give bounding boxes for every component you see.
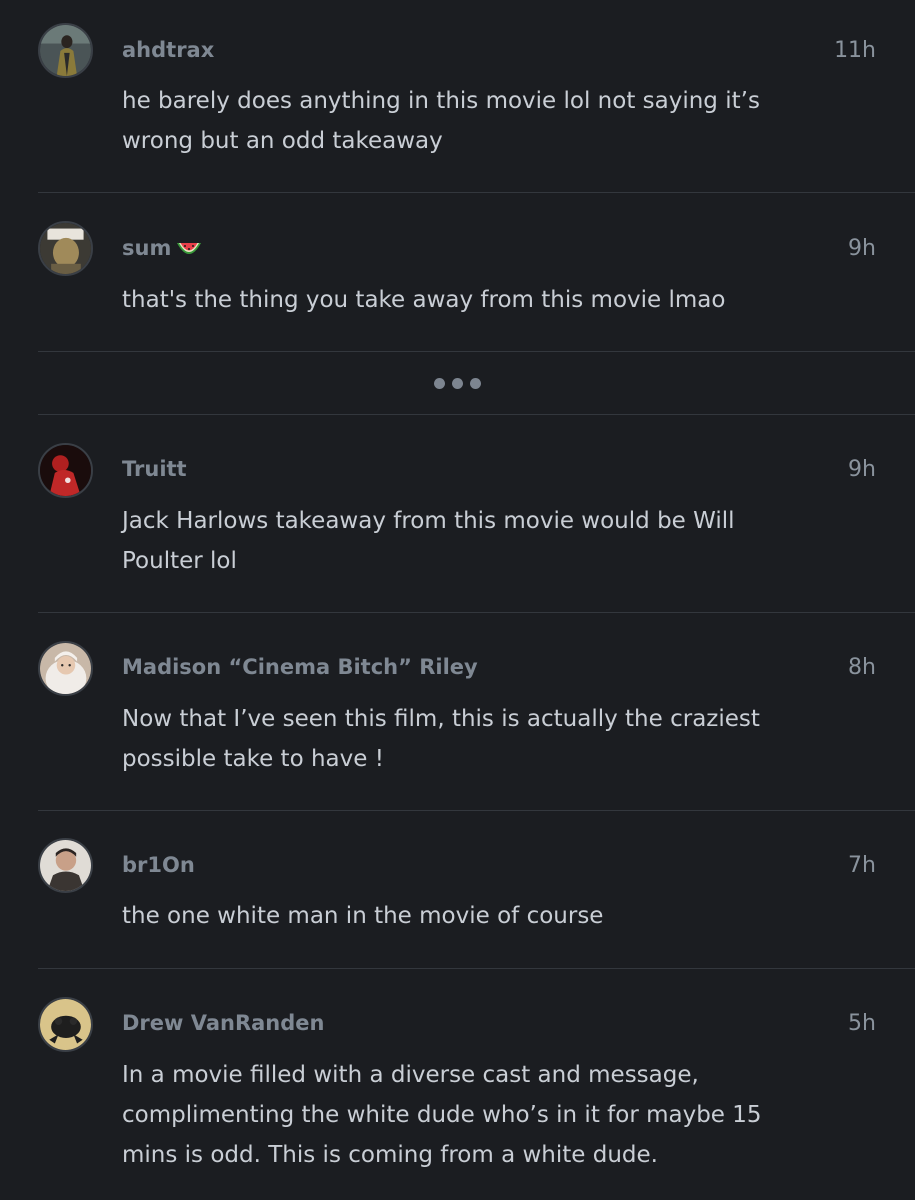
comment-text: Jack Harlows takeaway from this movie wo… — [122, 508, 735, 574]
timestamp: 7h — [848, 853, 876, 878]
avatar[interactable] — [38, 997, 93, 1052]
avatar-person-in-coat-icon — [40, 25, 91, 76]
timestamp: 9h — [848, 236, 876, 261]
divider — [38, 810, 915, 811]
watermelon-icon — [177, 243, 202, 254]
avatar-dark-creature-icon — [40, 999, 91, 1050]
divider — [38, 192, 915, 193]
comment-text: that's the thing you take away from this… — [122, 287, 726, 313]
timestamp: 5h — [848, 1011, 876, 1036]
avatar-man-portrait-icon — [40, 840, 91, 891]
username[interactable]: br1On — [122, 853, 195, 877]
divider — [38, 351, 915, 352]
comment-text: he barely does anything in this movie lo… — [122, 88, 760, 154]
divider — [38, 612, 915, 613]
comment-thread: ahdtrax 11h he barely does anything in t… — [0, 0, 915, 1200]
divider — [38, 414, 915, 415]
avatar[interactable] — [38, 23, 93, 78]
comment-text: In a movie filled with a diverse cast an… — [122, 1062, 762, 1168]
avatar[interactable] — [38, 221, 93, 276]
comment-text: Now that I’ve seen this film, this is ac… — [122, 706, 760, 772]
timestamp: 11h — [834, 38, 876, 63]
username[interactable]: sum — [122, 236, 203, 260]
username[interactable]: Madison “Cinema Bitch” Riley — [122, 655, 478, 679]
username[interactable]: Drew VanRanden — [122, 1011, 324, 1035]
username[interactable]: Truitt — [122, 457, 187, 481]
avatar[interactable] — [38, 838, 93, 893]
comment-text: the one white man in the movie of course — [122, 903, 604, 929]
avatar-red-figure-icon — [40, 445, 91, 496]
ellipsis-icon[interactable] — [0, 370, 915, 396]
avatar[interactable] — [38, 641, 93, 696]
avatar-child-white-hood-icon — [40, 643, 91, 694]
username-text[interactable]: sum — [122, 236, 171, 260]
timestamp: 8h — [848, 655, 876, 680]
username[interactable]: ahdtrax — [122, 38, 214, 62]
timestamp: 9h — [848, 457, 876, 482]
avatar-blonde-person-icon — [40, 223, 91, 274]
divider — [38, 968, 915, 969]
avatar[interactable] — [38, 443, 93, 498]
